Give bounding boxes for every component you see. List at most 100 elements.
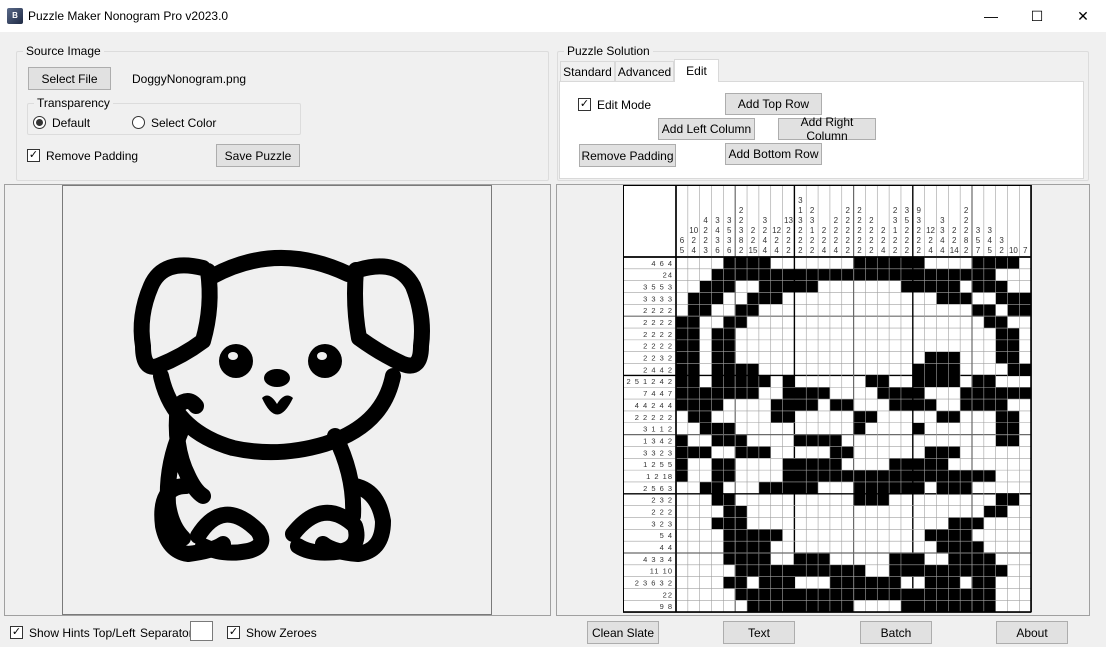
grid-cell[interactable] — [747, 600, 759, 613]
grid-cell[interactable] — [900, 316, 913, 329]
tab-standard[interactable]: Standard — [560, 61, 615, 82]
grid-cell[interactable] — [770, 268, 783, 281]
grid-cell[interactable] — [841, 529, 854, 542]
grid-cell[interactable] — [829, 529, 842, 542]
grid-cell[interactable] — [995, 410, 1008, 423]
grid-cell[interactable] — [983, 553, 996, 565]
grid-cell[interactable] — [912, 268, 925, 281]
grid-cell[interactable] — [995, 588, 1008, 601]
grid-cell[interactable] — [995, 517, 1008, 530]
clean-slate-button[interactable]: Clean Slate — [587, 621, 659, 644]
grid-cell[interactable] — [699, 316, 712, 329]
grid-cell[interactable] — [829, 304, 842, 317]
grid-cell[interactable] — [806, 505, 819, 518]
grid-cell[interactable] — [806, 588, 819, 601]
add-bottom-row-button[interactable]: Add Bottom Row — [725, 143, 822, 165]
grid-cell[interactable] — [1019, 328, 1032, 340]
grid-cell[interactable] — [889, 564, 901, 577]
grid-cell[interactable] — [711, 328, 724, 340]
grid-cell[interactable] — [889, 553, 901, 565]
grid-cell[interactable] — [1007, 446, 1020, 459]
grid-cell[interactable] — [853, 422, 866, 435]
grid-cell[interactable] — [782, 600, 795, 613]
grid-cell[interactable] — [936, 458, 949, 471]
grid-cell[interactable] — [936, 410, 949, 423]
grid-cell[interactable] — [900, 339, 913, 352]
grid-cell[interactable] — [1019, 375, 1032, 388]
grid-cell[interactable] — [865, 268, 878, 281]
grid-cell[interactable] — [711, 268, 724, 281]
grid-cell[interactable] — [1019, 576, 1032, 589]
grid-cell[interactable] — [841, 458, 854, 471]
grid-cell[interactable] — [948, 576, 961, 589]
grid-cell[interactable] — [972, 470, 984, 482]
grid-cell[interactable] — [699, 458, 712, 471]
grid-cell[interactable] — [948, 446, 961, 459]
grid-cell[interactable] — [676, 564, 688, 577]
grid-cell[interactable] — [877, 387, 890, 400]
grid-cell[interactable] — [735, 493, 748, 506]
grid-cell[interactable] — [676, 292, 688, 305]
grid-cell[interactable] — [829, 493, 842, 506]
grid-cell[interactable] — [818, 339, 830, 352]
grid-cell[interactable] — [912, 351, 925, 364]
grid-cell[interactable] — [841, 541, 854, 553]
grid-cell[interactable] — [818, 280, 830, 293]
grid-cell[interactable] — [723, 399, 736, 411]
grid-cell[interactable] — [829, 576, 842, 589]
grid-cell[interactable] — [758, 351, 771, 364]
grid-cell[interactable] — [983, 399, 996, 411]
grid-cell[interactable] — [948, 399, 961, 411]
grid-cell[interactable] — [711, 363, 724, 376]
grid-cell[interactable] — [983, 363, 996, 376]
grid-cell[interactable] — [770, 564, 783, 577]
grid-cell[interactable] — [960, 481, 972, 494]
grid-cell[interactable] — [853, 257, 866, 269]
grid-cell[interactable] — [687, 399, 700, 411]
grid-cell[interactable] — [995, 339, 1008, 352]
grid-cell[interactable] — [983, 339, 996, 352]
grid-cell[interactable] — [1019, 588, 1032, 601]
grid-cell[interactable] — [1019, 387, 1032, 400]
grid-cell[interactable] — [948, 553, 961, 565]
grid-cell[interactable] — [723, 351, 736, 364]
grid-cell[interactable] — [747, 363, 759, 376]
grid-cell[interactable] — [806, 292, 819, 305]
grid-cell[interactable] — [687, 564, 700, 577]
grid-cell[interactable] — [995, 399, 1008, 411]
grid-cell[interactable] — [948, 328, 961, 340]
grid-cell[interactable] — [735, 505, 748, 518]
grid-cell[interactable] — [924, 576, 937, 589]
grid-cell[interactable] — [829, 316, 842, 329]
grid-cell[interactable] — [735, 410, 748, 423]
grid-cell[interactable] — [676, 339, 688, 352]
grid-cell[interactable] — [794, 541, 807, 553]
grid-cell[interactable] — [1007, 470, 1020, 482]
grid-cell[interactable] — [747, 410, 759, 423]
separator-input[interactable] — [190, 621, 213, 641]
grid-cell[interactable] — [841, 576, 854, 589]
grid-cell[interactable] — [995, 564, 1008, 577]
grid-cell[interactable] — [687, 481, 700, 494]
grid-cell[interactable] — [912, 304, 925, 317]
grid-cell[interactable] — [841, 446, 854, 459]
grid-cell[interactable] — [735, 399, 748, 411]
grid-cell[interactable] — [794, 517, 807, 530]
grid-cell[interactable] — [948, 458, 961, 471]
grid-cell[interactable] — [782, 257, 795, 269]
grid-cell[interactable] — [877, 446, 890, 459]
grid-cell[interactable] — [995, 481, 1008, 494]
grid-cell[interactable] — [936, 434, 949, 447]
grid-cell[interactable] — [806, 351, 819, 364]
grid-cell[interactable] — [735, 541, 748, 553]
grid-cell[interactable] — [676, 576, 688, 589]
grid-cell[interactable] — [676, 375, 688, 388]
grid-cell[interactable] — [912, 588, 925, 601]
grid-cell[interactable] — [829, 446, 842, 459]
grid-cell[interactable] — [960, 458, 972, 471]
grid-cell[interactable] — [924, 505, 937, 518]
grid-cell[interactable] — [960, 363, 972, 376]
grid-cell[interactable] — [723, 505, 736, 518]
grid-cell[interactable] — [889, 351, 901, 364]
grid-cell[interactable] — [806, 517, 819, 530]
